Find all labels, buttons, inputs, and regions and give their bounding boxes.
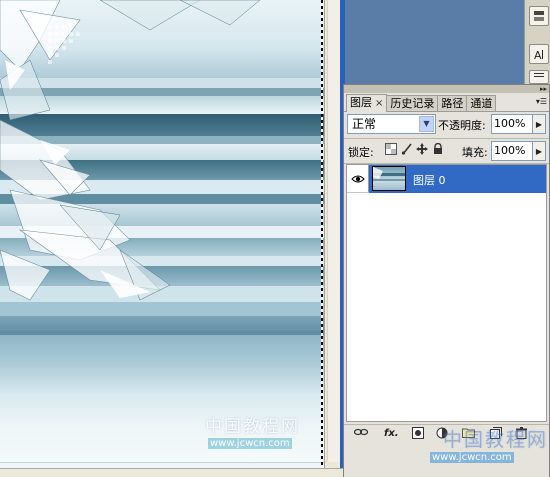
fill-label: 填充: — [462, 146, 488, 159]
lock-paint-brush-icon[interactable] — [400, 143, 413, 156]
lock-label: 锁定: — [348, 146, 374, 159]
canvas-watermark-url: www.jcwcn.com — [208, 438, 292, 449]
lock-all-icon[interactable] — [431, 142, 444, 156]
document-canvas[interactable]: 中国教程网 www.jcwcn.com — [0, 0, 324, 468]
panel-watermark-url: www.jcwcn.com — [430, 452, 514, 463]
opacity-slider-arrow-icon[interactable]: ▶ — [533, 114, 546, 134]
paragraph-icon[interactable] — [529, 70, 549, 84]
tab-channels[interactable]: 通道 — [466, 95, 497, 112]
canvas-watermark-title: 中国教程网 — [205, 417, 300, 437]
panel-menu-icon[interactable]: ▾☰ — [536, 97, 547, 106]
layer-list: 图层 0 — [346, 164, 547, 422]
tab-label: 图层 — [350, 96, 372, 109]
layer-thumbnail[interactable] — [372, 166, 406, 191]
blend-row: 正常 ▼ 不透明度: 100% ▶ — [344, 113, 549, 135]
opacity-label: 不透明度: — [438, 119, 486, 132]
document-status-strip — [0, 468, 343, 477]
layers-panel: ▸▸ 图层 × 历史记录 路径 通道 ▾☰ 正常 ▼ 不透明度: 100% ▶ 锁… — [343, 84, 550, 477]
crystal-shards-artwork — [0, 0, 261, 301]
tab-paths[interactable]: 路径 — [437, 95, 468, 112]
svg-text:A: A — [534, 49, 542, 60]
layer-row[interactable]: 图层 0 — [347, 165, 546, 193]
lock-move-icon[interactable] — [415, 143, 428, 156]
add-mask-icon[interactable] — [412, 427, 424, 441]
fill-input[interactable]: 100% — [491, 141, 533, 161]
tab-label: 路径 — [441, 97, 464, 110]
tab-label: 历史记录 — [390, 97, 435, 110]
layer-name[interactable]: 图层 0 — [413, 172, 446, 188]
selection-marquee-edge — [321, 0, 323, 468]
collapse-arrows-icon[interactable]: ▸▸ — [540, 85, 547, 93]
brush-preset-icon[interactable] — [529, 6, 549, 26]
character-icon[interactable]: A — [529, 44, 549, 64]
divider — [344, 138, 549, 139]
opacity-input[interactable]: 100% — [491, 114, 533, 134]
lock-row: 锁定: 填充: 100% ▶ — [344, 140, 549, 162]
tab-layers[interactable]: 图层 × — [346, 94, 388, 112]
layer-style-fx-icon[interactable]: fx. — [384, 427, 399, 441]
panel-dock: A — [524, 0, 550, 84]
vertical-scrollbar[interactable] — [327, 0, 341, 462]
eye-icon[interactable] — [347, 165, 369, 193]
blend-mode-select[interactable]: 正常 ▼ — [347, 114, 436, 134]
panel-watermark-title: 中国教程网 — [443, 429, 549, 451]
link-layers-icon[interactable] — [353, 427, 369, 441]
chevron-down-icon[interactable]: ▼ — [419, 116, 434, 132]
close-icon[interactable]: × — [375, 98, 383, 109]
blend-mode-value: 正常 — [352, 117, 377, 131]
tab-label: 通道 — [470, 97, 493, 110]
panel-titlebar[interactable]: ▸▸ — [344, 85, 549, 93]
panel-tabs: 图层 × 历史记录 路径 通道 — [346, 93, 497, 112]
lock-transparency-icon[interactable] — [384, 143, 397, 156]
tab-history[interactable]: 历史记录 — [386, 95, 439, 112]
fill-slider-arrow-icon[interactable]: ▶ — [533, 141, 546, 161]
